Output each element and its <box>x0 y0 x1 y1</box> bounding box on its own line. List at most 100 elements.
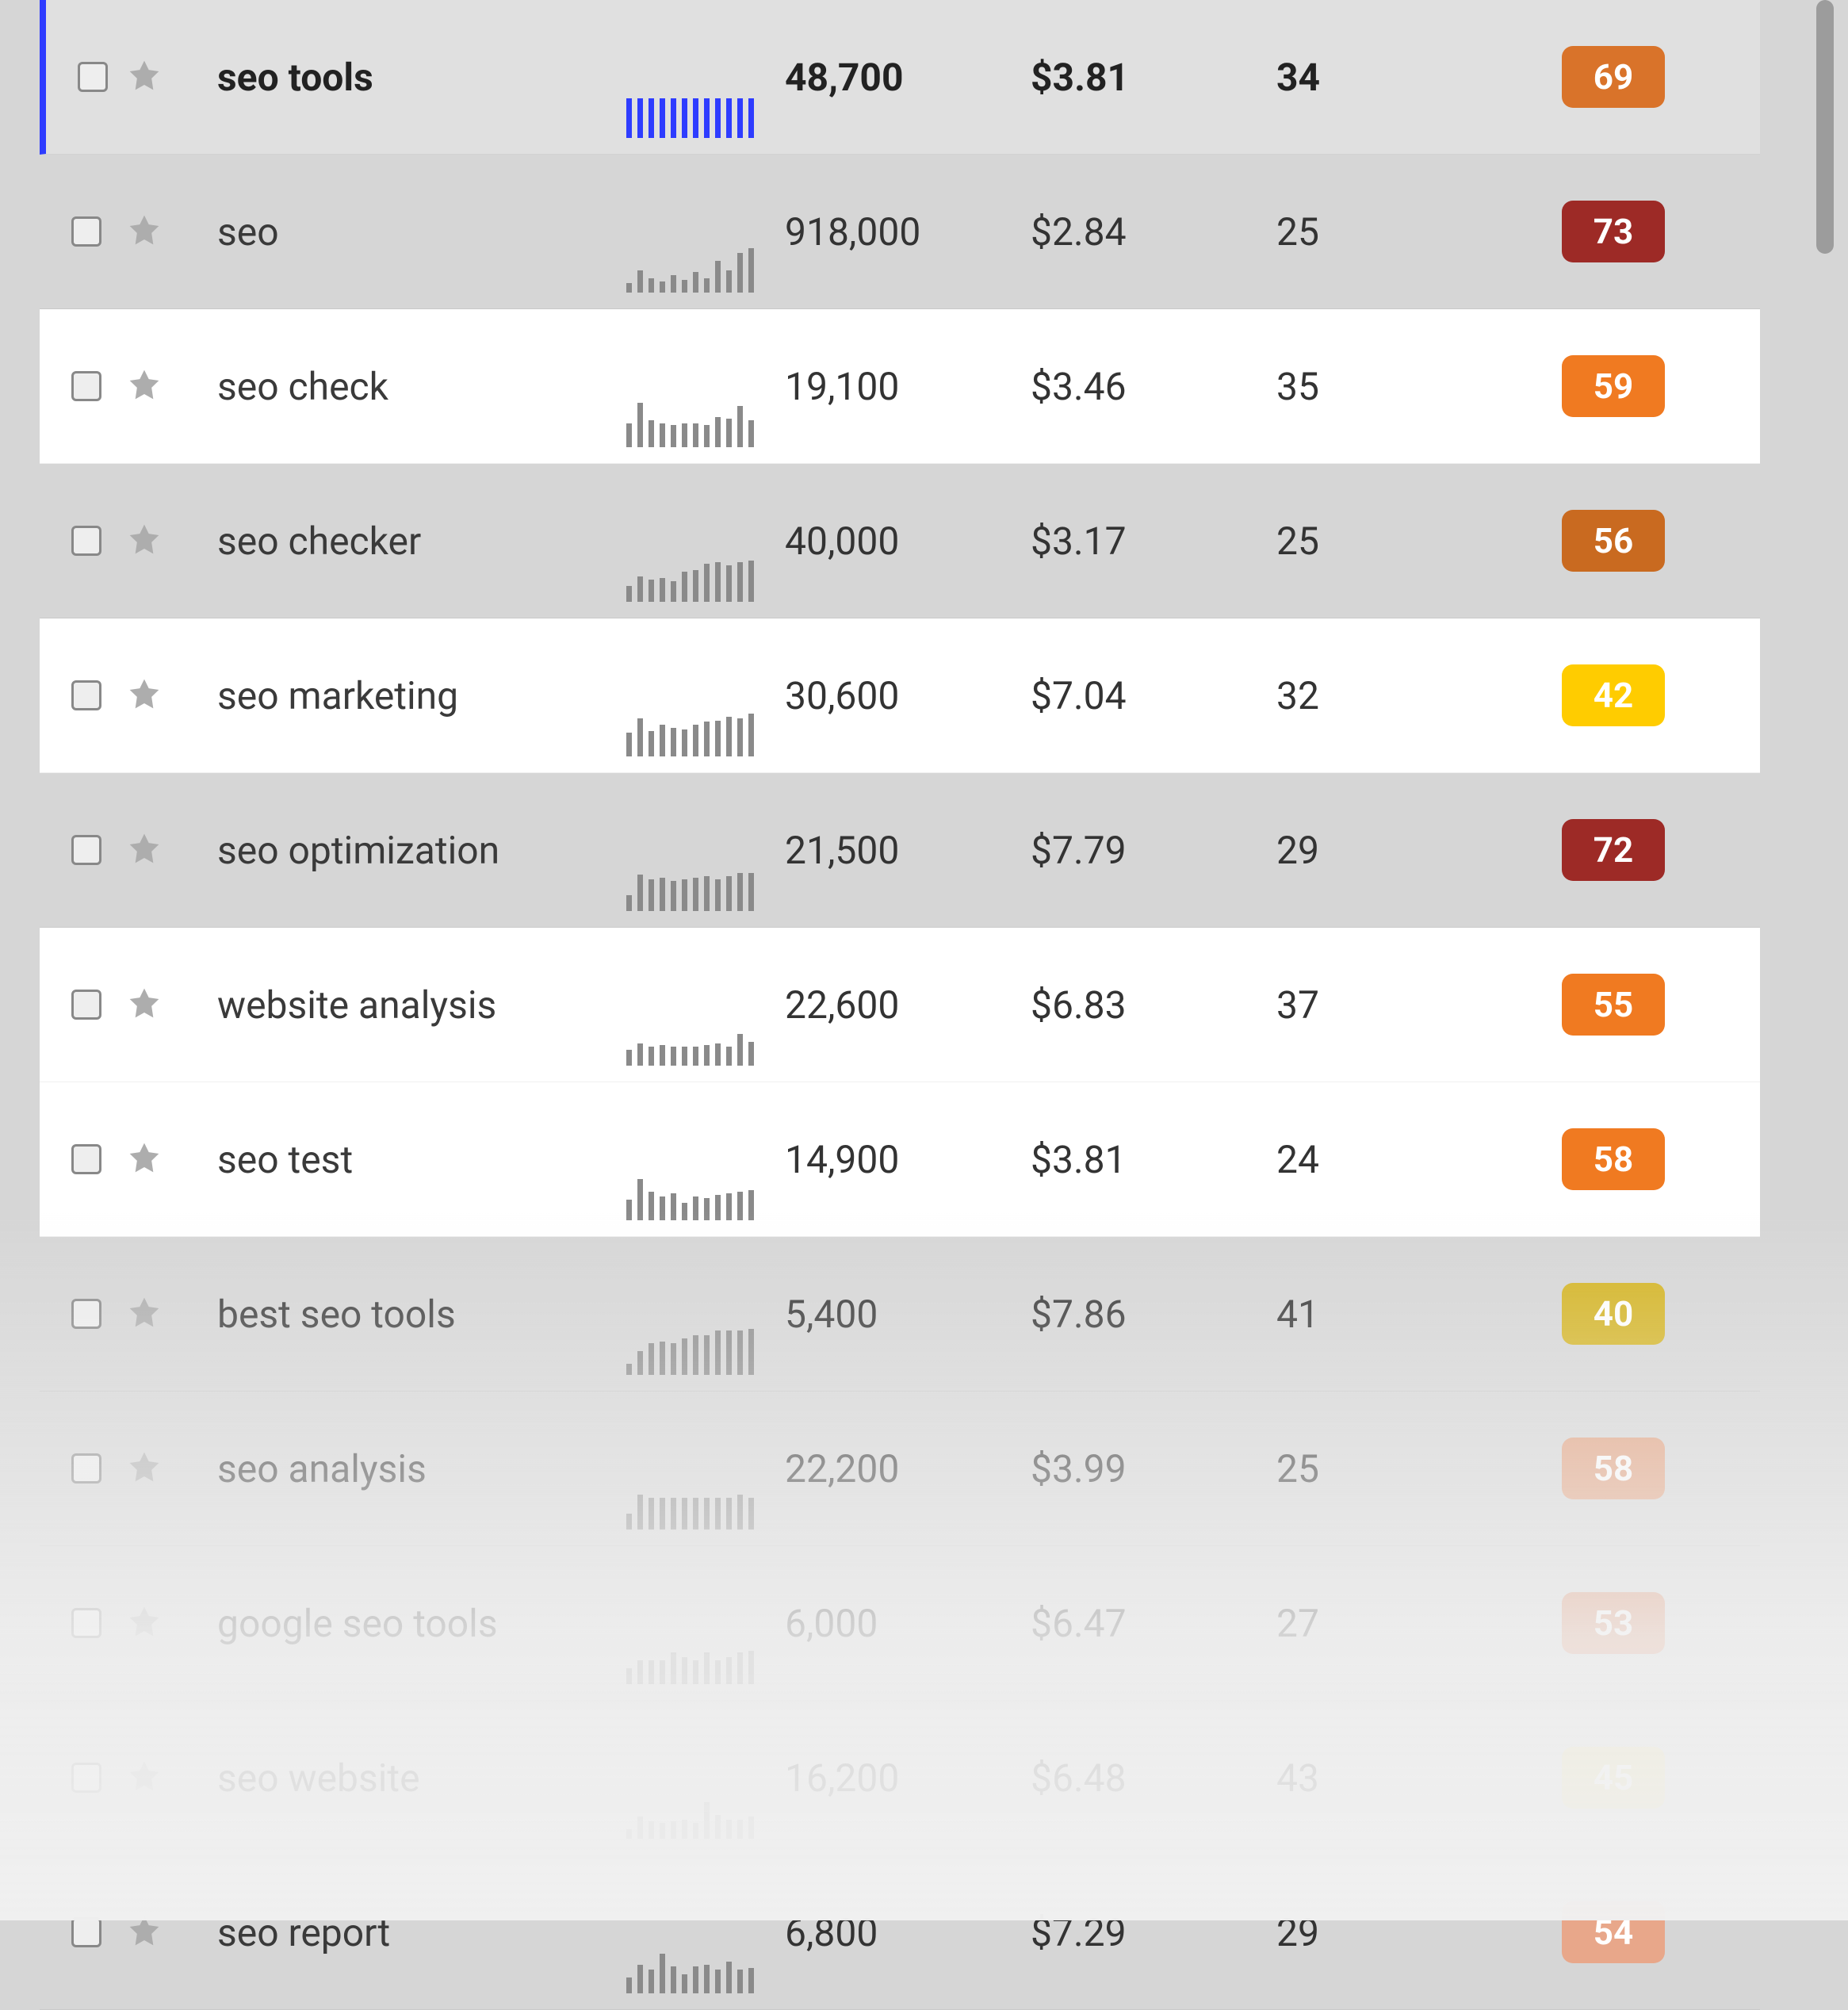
row-checkbox[interactable] <box>71 1299 101 1329</box>
row-checkbox[interactable] <box>71 680 101 710</box>
keyword-text[interactable]: seo report <box>214 1910 626 1955</box>
competition-value: 43 <box>1276 1755 1459 1801</box>
trend-sparkline <box>626 1173 754 1220</box>
star-icon[interactable] <box>127 1604 162 1639</box>
table-row[interactable]: seo report6,800$7.292954 <box>40 1855 1760 2010</box>
table-row[interactable]: seo optimization21,500$7.792972 <box>40 773 1760 928</box>
keyword-text[interactable]: seo optimization <box>214 828 626 873</box>
row-checkbox[interactable] <box>71 526 101 556</box>
table-row[interactable]: seo analysis 22,200$3.9925 58 <box>40 1392 1760 1546</box>
kd-badge: 72 <box>1562 819 1665 881</box>
table-row[interactable]: best seo tools5,400$7.864140 <box>40 1237 1760 1392</box>
competition-value: 34 <box>1276 55 1459 100</box>
table-row[interactable]: seo checker40,000$3.172556 <box>40 464 1760 618</box>
cpc-value: $2.84 <box>1031 209 1276 255</box>
keyword-text[interactable]: website analysis <box>214 982 626 1028</box>
keyword-text[interactable]: seo website <box>214 1755 626 1801</box>
scrollbar-thumb[interactable] <box>1816 0 1834 254</box>
row-checkbox[interactable] <box>71 1917 101 1947</box>
competition-value: 25 <box>1276 519 1459 564</box>
trend-sparkline <box>626 1327 754 1375</box>
cpc-value: $7.04 <box>1031 673 1276 718</box>
row-checkbox[interactable] <box>71 371 101 401</box>
star-icon[interactable] <box>127 1759 162 1794</box>
keyword-text[interactable]: seo marketing <box>214 673 626 718</box>
keyword-text[interactable]: seo check <box>214 364 626 409</box>
star-icon[interactable] <box>127 367 162 402</box>
volume-value: 30,600 <box>785 673 1031 718</box>
cpc-value: $3.46 <box>1031 364 1276 409</box>
cpc-value: $6.47 <box>1031 1601 1276 1646</box>
star-icon[interactable] <box>127 1295 162 1330</box>
star-icon[interactable] <box>127 522 162 557</box>
row-checkbox[interactable] <box>71 1453 101 1484</box>
star-icon[interactable] <box>127 58 162 93</box>
volume-value: 16,200 <box>785 1755 1031 1801</box>
keyword-text[interactable]: seo <box>214 209 626 255</box>
trend-sparkline <box>626 1482 754 1530</box>
row-checkbox[interactable] <box>71 990 101 1020</box>
keyword-text[interactable]: seo analysis <box>214 1446 626 1491</box>
competition-value: 29 <box>1276 1910 1459 1955</box>
volume-value: 22,200 <box>785 1446 1031 1491</box>
volume-value: 19,100 <box>785 364 1031 409</box>
keyword-text[interactable]: seo test <box>214 1137 626 1182</box>
competition-value: 25 <box>1276 1446 1459 1491</box>
kd-badge: 45 <box>1562 1747 1665 1809</box>
competition-value: 41 <box>1276 1292 1459 1337</box>
table-row[interactable]: seo918,000$2.842573 <box>40 155 1760 309</box>
table-row[interactable]: seo check 19,100$3.4635 59 <box>40 309 1760 464</box>
trend-sparkline <box>626 1018 754 1066</box>
table-row[interactable]: seo marketing30,600$7.043242 <box>40 618 1760 773</box>
volume-value: 918,000 <box>785 209 1031 255</box>
star-icon[interactable] <box>127 1449 162 1484</box>
kd-badge: 59 <box>1562 355 1665 417</box>
trend-sparkline <box>626 554 754 602</box>
trend-sparkline <box>626 90 754 138</box>
kd-badge: 58 <box>1562 1128 1665 1190</box>
kd-badge: 58 <box>1562 1438 1665 1499</box>
table-row[interactable]: seo tools48,700$3.813469 <box>40 0 1760 155</box>
row-checkbox[interactable] <box>71 1763 101 1793</box>
competition-value: 27 <box>1276 1601 1459 1646</box>
cpc-value: $7.86 <box>1031 1292 1276 1337</box>
competition-value: 37 <box>1276 982 1459 1028</box>
star-icon[interactable] <box>127 676 162 711</box>
star-icon[interactable] <box>127 986 162 1020</box>
competition-value: 32 <box>1276 673 1459 718</box>
row-checkbox[interactable] <box>71 1144 101 1174</box>
keyword-table: seo tools48,700$3.813469seo918,000$2.842… <box>40 0 1760 2010</box>
cpc-value: $6.83 <box>1031 982 1276 1028</box>
competition-value: 35 <box>1276 364 1459 409</box>
star-icon[interactable] <box>127 212 162 247</box>
kd-badge: 40 <box>1562 1283 1665 1345</box>
table-row[interactable]: seo website16,200$6.484345 <box>40 1701 1760 1855</box>
volume-value: 21,500 <box>785 828 1031 873</box>
star-icon[interactable] <box>127 1913 162 1948</box>
trend-sparkline <box>626 863 754 911</box>
cpc-value: $3.81 <box>1031 1137 1276 1182</box>
row-checkbox[interactable] <box>71 216 101 247</box>
trend-sparkline <box>626 245 754 293</box>
table-row[interactable]: google seo tools6,000$6.472753 <box>40 1546 1760 1701</box>
competition-value: 25 <box>1276 209 1459 255</box>
star-icon[interactable] <box>127 1140 162 1175</box>
volume-value: 14,900 <box>785 1137 1031 1182</box>
table-row[interactable]: seo test14,900$3.812458 <box>40 1082 1760 1237</box>
trend-sparkline <box>626 1637 754 1684</box>
competition-value: 29 <box>1276 828 1459 873</box>
cpc-value: $3.99 <box>1031 1446 1276 1491</box>
keyword-text[interactable]: seo checker <box>214 519 626 564</box>
table-row[interactable]: website analysis22,600$6.833755 <box>40 928 1760 1082</box>
star-icon[interactable] <box>127 831 162 866</box>
row-checkbox[interactable] <box>78 62 108 92</box>
kd-badge: 56 <box>1562 510 1665 572</box>
row-checkbox[interactable] <box>71 1608 101 1638</box>
keyword-text[interactable]: google seo tools <box>214 1601 626 1646</box>
kd-badge: 53 <box>1562 1592 1665 1654</box>
kd-badge: 69 <box>1562 46 1665 108</box>
row-checkbox[interactable] <box>71 835 101 865</box>
volume-value: 48,700 <box>785 55 1031 100</box>
keyword-text[interactable]: best seo tools <box>214 1292 626 1337</box>
keyword-text[interactable]: seo tools <box>214 55 626 100</box>
